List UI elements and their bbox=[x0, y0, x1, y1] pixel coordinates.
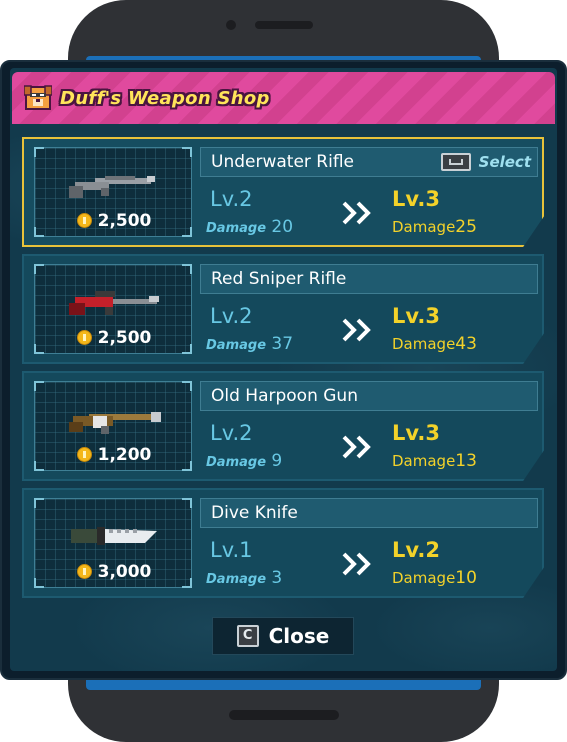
upgrade-level: Lv.3 bbox=[392, 187, 440, 211]
current-level: Lv.2 bbox=[210, 187, 253, 211]
select-button[interactable]: Select bbox=[440, 150, 531, 174]
shop-title: Duff's Weapon Shop bbox=[60, 88, 270, 109]
coin-icon bbox=[76, 213, 92, 228]
shop-item-red-sniper-rifle[interactable]: 2,500 Red Sniper Rifle Lv.2 Damage 37 Lv… bbox=[22, 254, 544, 364]
shop-item-dive-knife[interactable]: 3,000 Dive Knife Lv.1 Damage 3 Lv.2 Dama… bbox=[22, 488, 544, 598]
current-level: Lv.2 bbox=[210, 304, 253, 328]
current-damage: Damage 20 bbox=[206, 217, 294, 237]
home-indicator bbox=[229, 710, 339, 720]
close-label: Close bbox=[268, 624, 330, 648]
current-level: Lv.1 bbox=[210, 538, 253, 562]
item-name-bar: Old Harpoon Gun bbox=[200, 381, 538, 411]
upgrade-level: Lv.2 bbox=[392, 538, 440, 562]
coin-icon bbox=[76, 564, 92, 579]
item-thumbnail: 1,200 bbox=[34, 381, 192, 471]
double-chevron-right-icon bbox=[342, 552, 371, 576]
upgrade-level: Lv.3 bbox=[392, 421, 440, 445]
item-thumbnail: 3,000 bbox=[34, 498, 192, 588]
knife-icon bbox=[71, 527, 157, 545]
item-name-bar: Underwater Rifle Select bbox=[200, 147, 538, 177]
item-name-bar: Dive Knife bbox=[200, 498, 538, 528]
upgrade-damage: Damage10 bbox=[392, 568, 477, 588]
current-level: Lv.2 bbox=[210, 421, 253, 445]
coin-icon bbox=[76, 447, 92, 462]
coin-icon bbox=[76, 330, 92, 345]
item-price: 1,200 bbox=[35, 445, 193, 465]
close-button[interactable]: C Close bbox=[212, 617, 354, 655]
item-name: Old Harpoon Gun bbox=[211, 386, 358, 406]
item-thumbnail: 2,500 bbox=[34, 147, 192, 237]
double-chevron-right-icon bbox=[342, 318, 371, 342]
double-chevron-right-icon bbox=[342, 201, 371, 225]
current-damage: Damage 37 bbox=[206, 334, 294, 354]
double-chevron-right-icon bbox=[342, 435, 371, 459]
item-name: Red Sniper Rifle bbox=[211, 269, 347, 289]
current-damage: Damage 3 bbox=[206, 568, 283, 588]
item-name: Dive Knife bbox=[211, 503, 298, 523]
item-name-bar: Red Sniper Rifle bbox=[200, 264, 538, 294]
upgrade-damage: Damage43 bbox=[392, 334, 477, 354]
rifle-icon bbox=[69, 176, 155, 198]
spacebar-key-icon bbox=[440, 153, 471, 171]
sniper-rifle-icon bbox=[69, 291, 159, 315]
item-thumbnail: 2,500 bbox=[34, 264, 192, 354]
item-price: 2,500 bbox=[35, 328, 193, 348]
upgrade-damage: Damage25 bbox=[392, 217, 477, 237]
harpoon-gun-icon bbox=[69, 412, 161, 434]
shop-item-old-harpoon-gun[interactable]: 1,200 Old Harpoon Gun Lv.2 Damage 9 Lv.3… bbox=[22, 371, 544, 481]
item-name: Underwater Rifle bbox=[211, 152, 354, 172]
shop-item-underwater-rifle[interactable]: 2,500 Underwater Rifle Select Lv.2 Damag… bbox=[22, 137, 544, 247]
item-price: 2,500 bbox=[35, 211, 193, 231]
item-price: 3,000 bbox=[35, 562, 193, 582]
current-damage: Damage 9 bbox=[206, 451, 283, 471]
upgrade-damage: Damage13 bbox=[392, 451, 477, 471]
camera-dot bbox=[226, 20, 236, 30]
speaker-grille bbox=[255, 21, 313, 29]
c-key-icon: C bbox=[236, 625, 259, 647]
dog-face-icon bbox=[24, 85, 52, 110]
select-label: Select bbox=[478, 153, 531, 171]
upgrade-level: Lv.3 bbox=[392, 304, 440, 328]
